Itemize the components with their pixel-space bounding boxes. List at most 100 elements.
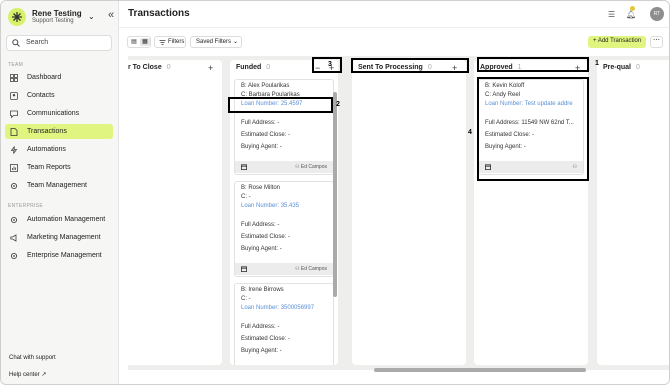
card-buying-agent: Buying Agent: - — [241, 348, 282, 354]
card-loan-number[interactable]: Loan Number: 25.4597 — [241, 101, 302, 107]
card-loan-number[interactable]: Loan Number: 3500056997 — [241, 305, 314, 311]
column-title: r To Close — [128, 64, 162, 71]
sidebar-item-automations[interactable]: Automations — [5, 142, 113, 157]
add-transaction-button[interactable]: + Add Transaction — [588, 36, 646, 48]
column-pre-qual: Pre-qual 0 — [597, 60, 669, 365]
saved-filters-label: Saved Filters — [196, 39, 232, 45]
sidebar-item-contacts[interactable]: Contacts — [5, 88, 113, 103]
card-estimated-close: Estimated Close: - — [241, 234, 291, 240]
marker-1: 1 — [595, 60, 599, 67]
card-address: Full Address: - — [241, 222, 280, 228]
view-toggle[interactable]: ▤ ▦ — [127, 36, 151, 48]
more-options-button[interactable]: ⋯ — [650, 36, 663, 48]
card-co-buyer: C: - — [241, 296, 251, 302]
search-input[interactable]: Search — [6, 35, 112, 51]
gear-icon — [10, 252, 18, 260]
card-estimated-close: Estimated Close: - — [485, 132, 535, 138]
add-card-icon[interactable]: + — [452, 63, 457, 73]
column-header: Pre-qual 0 — [603, 64, 640, 71]
column-count: 1 — [517, 64, 522, 71]
sidebar-item-dashboard[interactable]: Dashboard — [5, 70, 113, 85]
card-agent-tag: ⚇ Ed Campos — [295, 164, 327, 170]
column-title: Funded — [236, 64, 262, 71]
card-co-buyer: C: Andy Reel — [485, 92, 521, 98]
card-loan-number[interactable]: Loan Number: 35.435 — [241, 203, 299, 209]
card-buyer: B: Alex Poularikas — [241, 83, 290, 89]
add-transaction-label: + Add Transaction — [593, 38, 642, 44]
sidebar-item-marketing-management[interactable]: Marketing Management — [5, 230, 113, 245]
column-scrollbar[interactable] — [333, 92, 337, 297]
column-title: Sent To Processing — [358, 64, 423, 71]
header-divider — [119, 27, 669, 28]
app-window: Rene Testing Support Testing ⌄ « Search … — [0, 0, 670, 385]
card-buying-agent: Buying Agent: - — [241, 246, 282, 252]
megaphone-icon — [10, 234, 17, 242]
section-enterprise-label: ENTERPRISE — [8, 203, 43, 209]
column-clear-to-close: r To Close 0 + — [128, 60, 222, 365]
marker-2: 2 — [336, 101, 340, 108]
column-header: Funded 0 — [236, 64, 270, 71]
chevron-down-icon[interactable]: ⌄ — [88, 12, 95, 21]
filter-icon — [159, 40, 166, 45]
column-funded: Funded 0 − + B: Alex Poularikas C: Barbar… — [230, 60, 338, 365]
avatar[interactable]: RT — [650, 7, 664, 21]
sidebar-item-communications[interactable]: Communications — [5, 106, 113, 121]
page-title: Transactions — [128, 8, 190, 19]
person-icon: ⚇ — [572, 164, 577, 170]
transaction-card[interactable]: B: Alex Poularikas C: Barbara Poularikas… — [234, 79, 334, 175]
card-buying-agent: Buying Agent: - — [485, 144, 526, 150]
chat-with-support-link[interactable]: Chat with support — [9, 355, 56, 361]
column-count: 0 — [266, 64, 271, 71]
lightning-icon — [10, 146, 18, 154]
add-card-icon[interactable]: + — [208, 63, 213, 73]
column-title: Approved — [480, 64, 513, 71]
card-co-buyer: C: Barbara Poularikas — [241, 92, 300, 98]
card-estimated-close: Estimated Close: - — [241, 132, 291, 138]
card-footer: ⚇ Ed Campos — [235, 263, 333, 275]
list-view-icon[interactable]: ▤ — [129, 38, 139, 46]
board-horizontal-scrollbar[interactable] — [374, 368, 586, 372]
sidebar-item-label: Enterprise Management — [27, 252, 102, 259]
document-icon — [10, 128, 18, 136]
card-address: Full Address: - — [241, 324, 280, 330]
gear-icon — [10, 182, 18, 190]
transaction-card[interactable]: B: Irene Birrows C: - Loan Number: 35000… — [234, 283, 334, 365]
sidebar-item-team-management[interactable]: Team Management — [5, 178, 113, 193]
transaction-card[interactable]: B: Rose Milton C: - Loan Number: 35.435 … — [234, 181, 334, 277]
board-view-icon[interactable]: ▦ — [140, 38, 150, 46]
collapse-sidebar-icon[interactable]: « — [108, 9, 114, 21]
sidebar-item-label: Team Management — [27, 182, 87, 189]
sidebar-item-enterprise-management[interactable]: Enterprise Management — [5, 248, 113, 263]
sidebar-item-automation-management[interactable]: Automation Management — [5, 212, 113, 227]
sidebar-item-label: Contacts — [27, 92, 55, 99]
sidebar-item-label: Automation Management — [27, 216, 106, 223]
card-loan-number[interactable]: Loan Number: Test update addre — [485, 101, 573, 107]
card-estimated-close: Estimated Close: - — [241, 336, 291, 342]
marker-3: 3 — [328, 61, 332, 68]
search-label: Search — [26, 39, 49, 46]
help-center-label: Help center — [9, 372, 40, 378]
filters-button[interactable]: Filters — [154, 36, 186, 48]
person-icon: ⚇ — [295, 164, 300, 170]
column-header: r To Close 0 — [128, 64, 171, 71]
column-count: 0 — [427, 64, 432, 71]
account-switcher[interactable]: Rene Testing Support Testing ⌄ « — [8, 8, 114, 26]
saved-filters-button[interactable]: Saved Filters ⌄ — [190, 36, 242, 48]
calendar-icon — [241, 164, 247, 170]
card-co-buyer: C: - — [241, 194, 251, 200]
column-count: 0 — [636, 64, 640, 71]
list-icon[interactable]: ☰ — [608, 10, 615, 19]
person-icon: ⚇ — [295, 266, 300, 272]
card-footer: ⚇ Ed Campos — [235, 161, 333, 173]
sidebar-item-team-reports[interactable]: Team Reports — [5, 160, 113, 175]
sidebar-item-transactions[interactable]: Transactions — [5, 124, 113, 139]
filters-label: Filters — [168, 39, 185, 45]
collapse-column-icon[interactable]: − — [315, 63, 320, 73]
add-card-icon[interactable]: + — [575, 63, 580, 73]
transaction-card[interactable]: B: Kevin Koloff C: Andy Reel Loan Number… — [478, 79, 584, 175]
bell-icon[interactable]: 🔔︎ — [626, 10, 636, 19]
sidebar-item-label: Dashboard — [27, 74, 62, 81]
help-center-link[interactable]: Help center ↗ — [9, 371, 46, 378]
settings-icon — [10, 216, 18, 224]
agent-name: Ed Campos — [300, 164, 327, 170]
